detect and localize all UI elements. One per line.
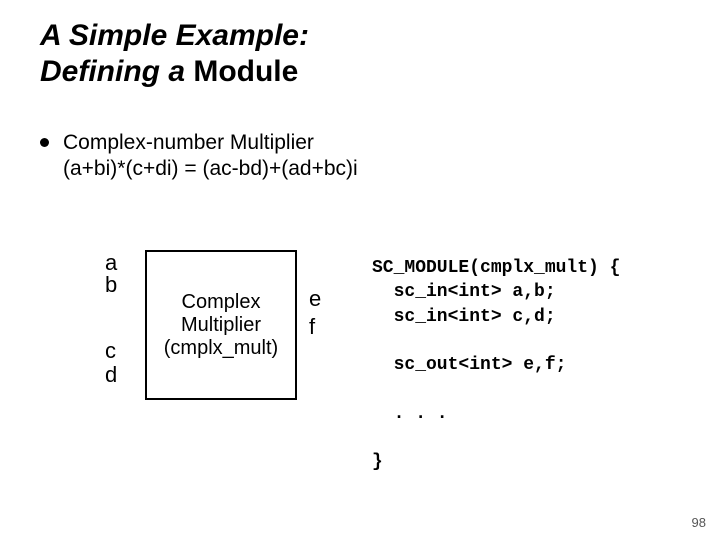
code-l1: SC_MODULE(cmplx_mult) { — [372, 258, 620, 278]
code-block: SC_MODULE(cmplx_mult) { sc_in<int> a,b; … — [372, 256, 620, 475]
port-b-label: b — [105, 272, 117, 298]
bullet-line2: (a+bi)*(c+di) = (ac-bd)+(ad+bc)i — [63, 157, 358, 180]
port-d-label: d — [105, 362, 117, 388]
bullet-text: Complex-number Multiplier (a+bi)*(c+di) … — [63, 130, 358, 183]
bullet-item: Complex-number Multiplier (a+bi)*(c+di) … — [40, 130, 358, 183]
module-box: Complex Multiplier (cmplx_mult) — [145, 250, 297, 400]
port-e-label: e — [309, 286, 321, 312]
code-l2: sc_in<int> a,b; — [372, 282, 556, 302]
module-diagram: a b c d e f Complex Multiplier (cmplx_mu… — [85, 250, 345, 430]
title-line1: A Simple Example: — [40, 19, 309, 52]
slide-title: A Simple Example: Defining a Module — [40, 18, 309, 90]
module-box-line2: Multiplier — [181, 314, 261, 337]
code-l5: sc_out<int> e,f; — [372, 355, 566, 375]
code-l7: . . . — [372, 404, 448, 424]
code-l9: } — [372, 452, 383, 472]
bullet-dot-icon — [40, 138, 49, 147]
port-c-label: c — [105, 338, 116, 364]
bullet-line1: Complex-number Multiplier — [63, 131, 314, 154]
module-box-line3: (cmplx_mult) — [164, 337, 278, 360]
module-box-line1: Complex — [182, 291, 261, 314]
title-line2-normal: Module — [193, 55, 298, 88]
code-l3: sc_in<int> c,d; — [372, 307, 556, 327]
page-number: 98 — [692, 515, 706, 530]
title-line2-italic: Defining a — [40, 55, 193, 88]
port-f-label: f — [309, 314, 315, 340]
